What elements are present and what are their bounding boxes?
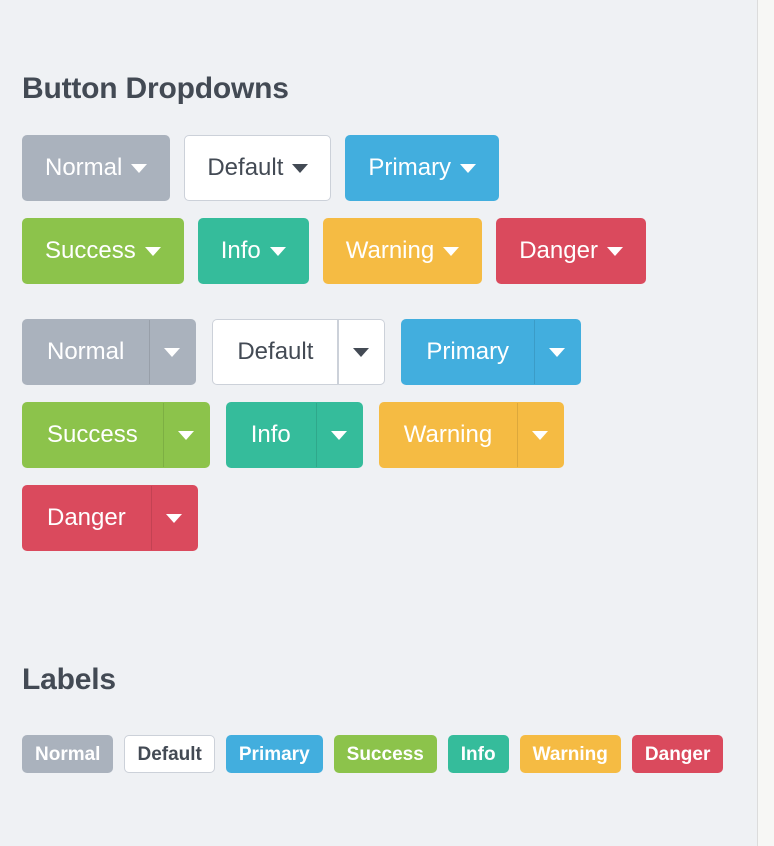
dropdown-button-normal[interactable]: Normal: [22, 135, 171, 201]
split-button-toggle-info[interactable]: [314, 402, 363, 468]
label-tag-info[interactable]: Info: [447, 735, 509, 773]
split-button-label: Info: [250, 421, 291, 448]
labels-group: Normal Default Primary Success Info Warning Da…: [22, 735, 735, 784]
dropdown-button-label: Info: [220, 237, 261, 264]
dropdown-button-label: Default: [207, 154, 284, 181]
split-button-label: Warning: [403, 421, 493, 448]
dropdown-button-label: Success: [45, 237, 136, 264]
caret-down-icon: [549, 347, 566, 357]
split-button-toggle-success[interactable]: [161, 402, 210, 468]
dropdown-button-label: Danger: [519, 237, 598, 264]
label-tag-primary[interactable]: Primary: [225, 735, 323, 773]
caret-down-icon: [131, 163, 148, 173]
split-button-group-success: Success: [22, 402, 210, 468]
dropdown-button-row-1: Normal Default Primary: [22, 135, 735, 201]
caret-down-icon: [269, 246, 286, 256]
label-tag-default[interactable]: Default: [124, 735, 215, 773]
caret-down-icon: [144, 246, 161, 256]
split-button-toggle-normal[interactable]: [148, 319, 197, 385]
caret-down-icon: [330, 430, 347, 440]
dropdown-button-success[interactable]: Success: [22, 218, 184, 284]
split-button-row-2: Success Info Warning: [22, 402, 735, 468]
dropdown-button-label: Primary: [368, 154, 452, 181]
caret-down-icon: [292, 163, 309, 173]
split-button-toggle-danger[interactable]: [149, 485, 198, 551]
caret-down-icon: [443, 246, 460, 256]
caret-down-icon: [606, 246, 623, 256]
split-button-main-normal[interactable]: Normal: [22, 319, 149, 385]
split-button-main-success[interactable]: Success: [22, 402, 162, 468]
dropdown-button-row-2: Success Info Warning Danger: [22, 218, 735, 284]
dropdown-button-info[interactable]: Info: [197, 218, 309, 284]
label-tag-danger[interactable]: Danger: [631, 735, 724, 773]
split-button-group-info: Info: [225, 402, 363, 468]
dropdown-button-danger[interactable]: Danger: [496, 218, 646, 284]
split-button-row-3: Danger: [22, 485, 735, 551]
split-button-group-warning: Warning: [378, 402, 565, 468]
dropdown-button-primary[interactable]: Primary: [345, 135, 500, 201]
dropdown-button-warning[interactable]: Warning: [322, 218, 483, 284]
split-button-label: Default: [237, 338, 314, 365]
split-button-label: Success: [47, 421, 138, 448]
split-button-row-1: Normal Default Primary: [22, 319, 735, 385]
split-button-main-default[interactable]: Default: [212, 319, 338, 385]
caret-down-icon: [177, 430, 194, 440]
split-button-main-danger[interactable]: Danger: [22, 485, 150, 551]
page-title-button-dropdowns: Button Dropdowns: [22, 72, 289, 105]
caret-down-icon: [165, 513, 182, 523]
split-button-label: Normal: [47, 338, 125, 365]
split-button-main-primary[interactable]: Primary: [401, 319, 534, 385]
split-button-toggle-warning[interactable]: [516, 402, 565, 468]
page-title-labels: Labels: [22, 663, 116, 696]
dropdown-button-label: Warning: [345, 237, 435, 264]
split-button-group-normal: Normal: [22, 319, 197, 385]
label-tag-success[interactable]: Success: [333, 735, 437, 773]
dropdown-button-label: Normal: [45, 154, 123, 181]
split-button-label: Primary: [426, 338, 510, 365]
split-button-group-default: Default: [212, 319, 386, 385]
split-button-toggle-primary[interactable]: [533, 319, 582, 385]
caret-down-icon: [353, 347, 370, 357]
label-tag-normal[interactable]: Normal: [22, 735, 114, 773]
split-button-main-warning[interactable]: Warning: [378, 402, 517, 468]
caret-down-icon: [164, 347, 181, 357]
dropdown-button-default[interactable]: Default: [184, 135, 332, 201]
split-button-group-primary: Primary: [401, 319, 582, 385]
caret-down-icon: [532, 430, 549, 440]
content-panel: Button Dropdowns Normal Default Primary Su…: [0, 0, 758, 846]
split-button-main-info[interactable]: Info: [225, 402, 315, 468]
split-button-group-danger: Danger: [22, 485, 198, 551]
label-tag-warning[interactable]: Warning: [519, 735, 621, 773]
split-button-label: Danger: [47, 504, 126, 531]
caret-down-icon: [460, 163, 477, 173]
button-dropdowns-group: Normal Default Primary Success Info Warning D…: [22, 135, 735, 551]
split-button-toggle-default[interactable]: [337, 319, 386, 385]
